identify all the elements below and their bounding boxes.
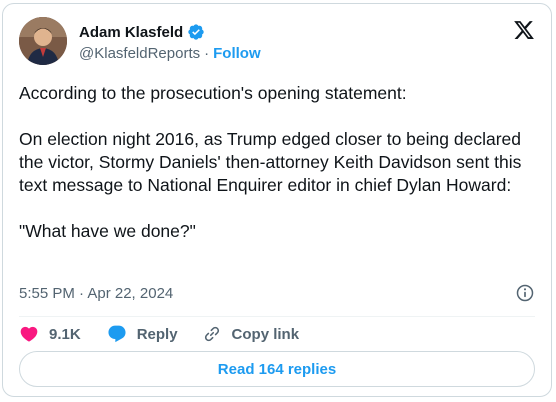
x-logo-icon[interactable] bbox=[513, 19, 535, 41]
author-name-row: Adam Klasfeld bbox=[79, 21, 205, 43]
separator-dot: · bbox=[204, 44, 210, 62]
tweet-timestamp[interactable]: 5:55 PM · Apr 22, 2024 bbox=[19, 285, 173, 302]
info-icon[interactable] bbox=[515, 283, 535, 303]
avatar-image bbox=[19, 17, 67, 65]
copy-link-label: Copy link bbox=[231, 325, 300, 343]
author-name[interactable]: Adam Klasfeld bbox=[79, 24, 183, 41]
divider bbox=[19, 316, 535, 317]
reply-bubble-icon bbox=[108, 325, 126, 343]
like-count: 9.1K bbox=[49, 325, 81, 343]
follow-button[interactable]: Follow bbox=[213, 45, 261, 62]
tweet-card: Adam Klasfeld @KlasfeldReports · Follow … bbox=[2, 3, 552, 397]
link-icon bbox=[204, 326, 219, 342]
read-replies-button[interactable]: Read 164 replies bbox=[19, 351, 535, 387]
copy-link-button[interactable]: Copy link bbox=[202, 324, 300, 344]
author-handle-row: @KlasfeldReports · Follow bbox=[79, 43, 261, 63]
verified-badge-icon bbox=[187, 23, 205, 41]
tweet-actions: 9.1K Reply Copy link bbox=[19, 320, 323, 348]
heart-icon bbox=[20, 326, 38, 342]
like-button[interactable]: 9.1K bbox=[19, 324, 81, 344]
tweet-paragraph: According to the prosecution's opening s… bbox=[19, 83, 407, 103]
tweet-paragraph: On election night 2016, as Trump edged c… bbox=[19, 129, 522, 195]
tweet-paragraph: "What have we done?" bbox=[19, 221, 196, 241]
tweet-header: Adam Klasfeld @KlasfeldReports · Follow bbox=[19, 17, 535, 69]
tweet-meta: 5:55 PM · Apr 22, 2024 bbox=[19, 282, 535, 304]
avatar[interactable] bbox=[19, 17, 67, 65]
reply-label: Reply bbox=[136, 325, 178, 343]
tweet-text: According to the prosecution's opening s… bbox=[19, 82, 539, 243]
reply-button[interactable]: Reply bbox=[107, 324, 178, 344]
author-handle[interactable]: @KlasfeldReports bbox=[79, 45, 200, 62]
